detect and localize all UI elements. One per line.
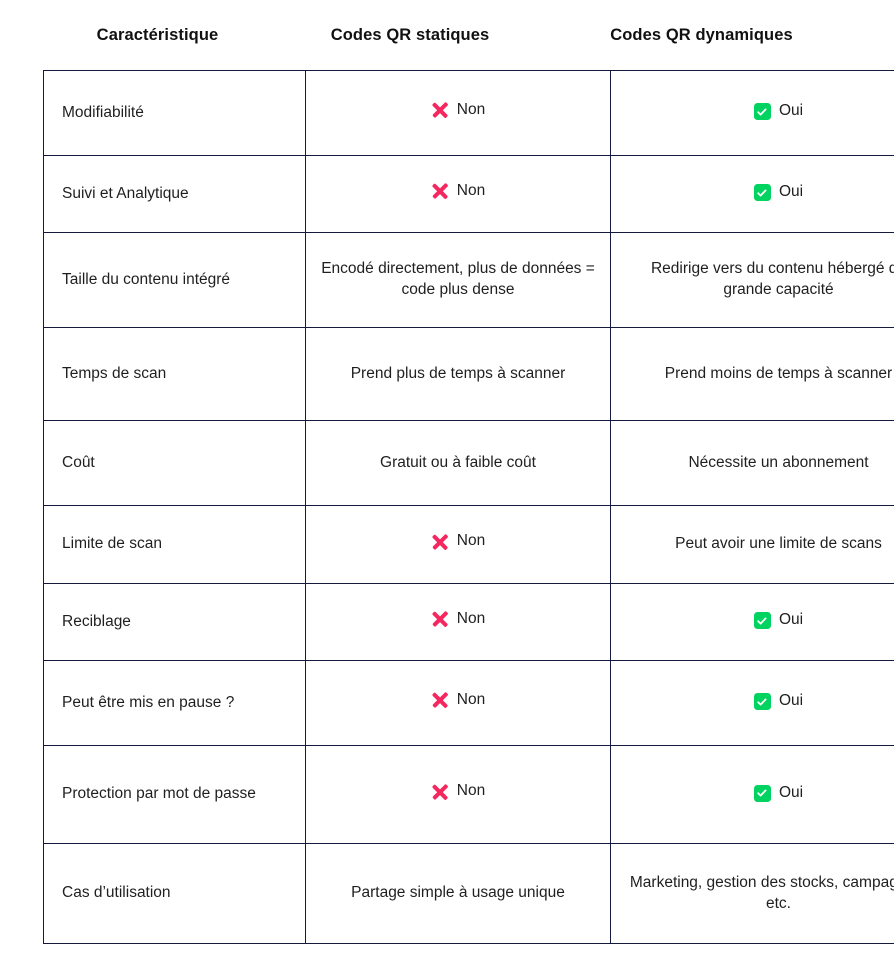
feature-label: Protection par mot de passe [62,785,256,803]
cell-value-text: Redirige vers du contenu hébergé de gran… [650,260,894,298]
cell-value-text: Oui [778,102,804,120]
table-cell-static: Non [305,155,611,233]
cell-value-text: Encodé directement, plus de données = co… [321,260,595,298]
table-cell-feature: Limite de scan [43,505,306,584]
table-row: Peut être mis en pause ? Non Oui [43,660,894,746]
cell-value-text: Non [456,100,486,118]
cell-value-text: Non [456,609,486,627]
table-cell-dynamic: Redirige vers du contenu hébergé de gran… [610,232,894,328]
table-cell-feature: Suivi et Analytique [43,155,306,233]
table-cell-feature: Modifiabilité [43,70,306,156]
table-cell-feature: Coût [43,420,306,506]
table-cell-static: Gratuit ou à faible coût [305,420,611,506]
table-cell-feature: Reciblage [43,583,306,661]
table-cell-dynamic: Peut avoir une limite de scans [610,505,894,584]
comparison-table-page: Caractéristique Codes QR statiques Codes… [0,0,894,973]
cell-value-text: Prend plus de temps à scanner [350,364,566,382]
cell-value-text: Oui [778,692,804,710]
table-cell-static: Non [305,745,611,844]
table-cell-static: Partage simple à usage unique [305,843,611,944]
table-header-row: Caractéristique Codes QR statiques Codes… [43,14,855,56]
feature-label: Coût [62,453,95,471]
table-cell-static: Encodé directement, plus de données = co… [305,232,611,328]
table-cell-static: Non [305,583,611,661]
check-mark-button-icon [753,103,771,121]
table-row: Cas d’utilisation Partage simple à usage … [43,843,894,944]
icon-value-pair: Oui [753,610,804,631]
table-cell-feature: Cas d’utilisation [43,843,306,944]
cross-mark-icon [431,182,449,200]
cell-value-text: Gratuit ou à faible coût [380,453,536,471]
feature-label: Temps de scan [62,364,167,382]
feature-label: Modifiabilité [62,103,144,121]
icon-value-pair: Non [431,781,485,802]
table-cell-dynamic: Oui [610,155,894,233]
cell-value-text: Non [456,181,486,199]
check-mark-button-icon [753,693,771,711]
feature-label: Taille du contenu intégré [62,270,231,288]
qr-comparison-table: Modifiabilité Non Oui Suivi et Analytique No… [43,70,894,944]
table-cell-dynamic: Oui [610,660,894,746]
table-row: Reciblage Non Oui [43,583,894,661]
cross-mark-icon [431,783,449,801]
check-mark-button-icon [753,612,771,630]
feature-label: Reciblage [62,612,131,630]
table-cell-static: Prend plus de temps à scanner [305,327,611,421]
table-cell-feature: Protection par mot de passe [43,745,306,844]
cell-value-text: Peut avoir une limite de scans [675,535,882,553]
cross-mark-icon [431,533,449,551]
table-cell-feature: Temps de scan [43,327,306,421]
table-row: Coût Gratuit ou à faible coût Nécessite un… [43,420,894,506]
table-cell-feature: Peut être mis en pause ? [43,660,306,746]
table-row: Modifiabilité Non Oui [43,70,894,156]
table-cell-static: Non [305,660,611,746]
icon-value-pair: Oui [753,101,804,122]
cell-value-text: Non [456,690,486,708]
table-row: Temps de scan Prend plus de temps à scann… [43,327,894,421]
column-header-feature: Caractéristique [96,25,219,44]
column-header-static-qr: Codes QR statiques [330,25,490,44]
table-cell-dynamic: Oui [610,70,894,156]
cell-value-text: Oui [778,783,804,801]
table-row: Taille du contenu intégré Encodé directem… [43,232,894,328]
table-cell-dynamic: Prend moins de temps à scanner [610,327,894,421]
column-header-dynamic-qr: Codes QR dynamiques [610,25,793,44]
feature-label: Cas d’utilisation [62,884,171,902]
feature-label: Suivi et Analytique [62,184,189,202]
icon-value-pair: Non [431,609,485,630]
cell-value-text: Prend moins de temps à scanner [664,364,893,382]
cell-value-text: Oui [778,183,804,201]
table-cell-dynamic: Oui [610,745,894,844]
check-mark-button-icon [753,784,771,802]
cell-value-text: Non [456,532,486,550]
table-body: Modifiabilité Non Oui Suivi et Analytique No… [43,70,894,944]
table-cell-feature: Taille du contenu intégré [43,232,306,328]
table-cell-static: Non [305,70,611,156]
table-cell-dynamic: Nécessite un abonnement [610,420,894,506]
table-cell-dynamic: Marketing, gestion des stocks, campagnes… [610,843,894,944]
icon-value-pair: Non [431,181,485,202]
cell-value-text: Oui [778,611,804,629]
cross-mark-icon [431,101,449,119]
feature-label: Limite de scan [62,535,162,553]
icon-value-pair: Non [431,690,485,711]
icon-value-pair: Oui [753,182,804,203]
table-row: Suivi et Analytique Non Oui [43,155,894,233]
cross-mark-icon [431,610,449,628]
feature-label: Peut être mis en pause ? [62,693,235,711]
table-row: Limite de scan Non Peut avoir une limite d… [43,505,894,584]
cell-value-text: Partage simple à usage unique [351,884,565,902]
icon-value-pair: Oui [753,783,804,804]
table-cell-dynamic: Oui [610,583,894,661]
cell-value-text: Marketing, gestion des stocks, campagnes… [629,873,894,912]
check-mark-button-icon [753,184,771,202]
icon-value-pair: Non [431,100,485,121]
cell-value-text: Non [456,782,486,800]
table-row: Protection par mot de passe Non Oui [43,745,894,844]
icon-value-pair: Oui [753,691,804,712]
cell-value-text: Nécessite un abonnement [688,453,869,471]
cross-mark-icon [431,691,449,709]
icon-value-pair: Non [431,531,485,552]
table-cell-static: Non [305,505,611,584]
